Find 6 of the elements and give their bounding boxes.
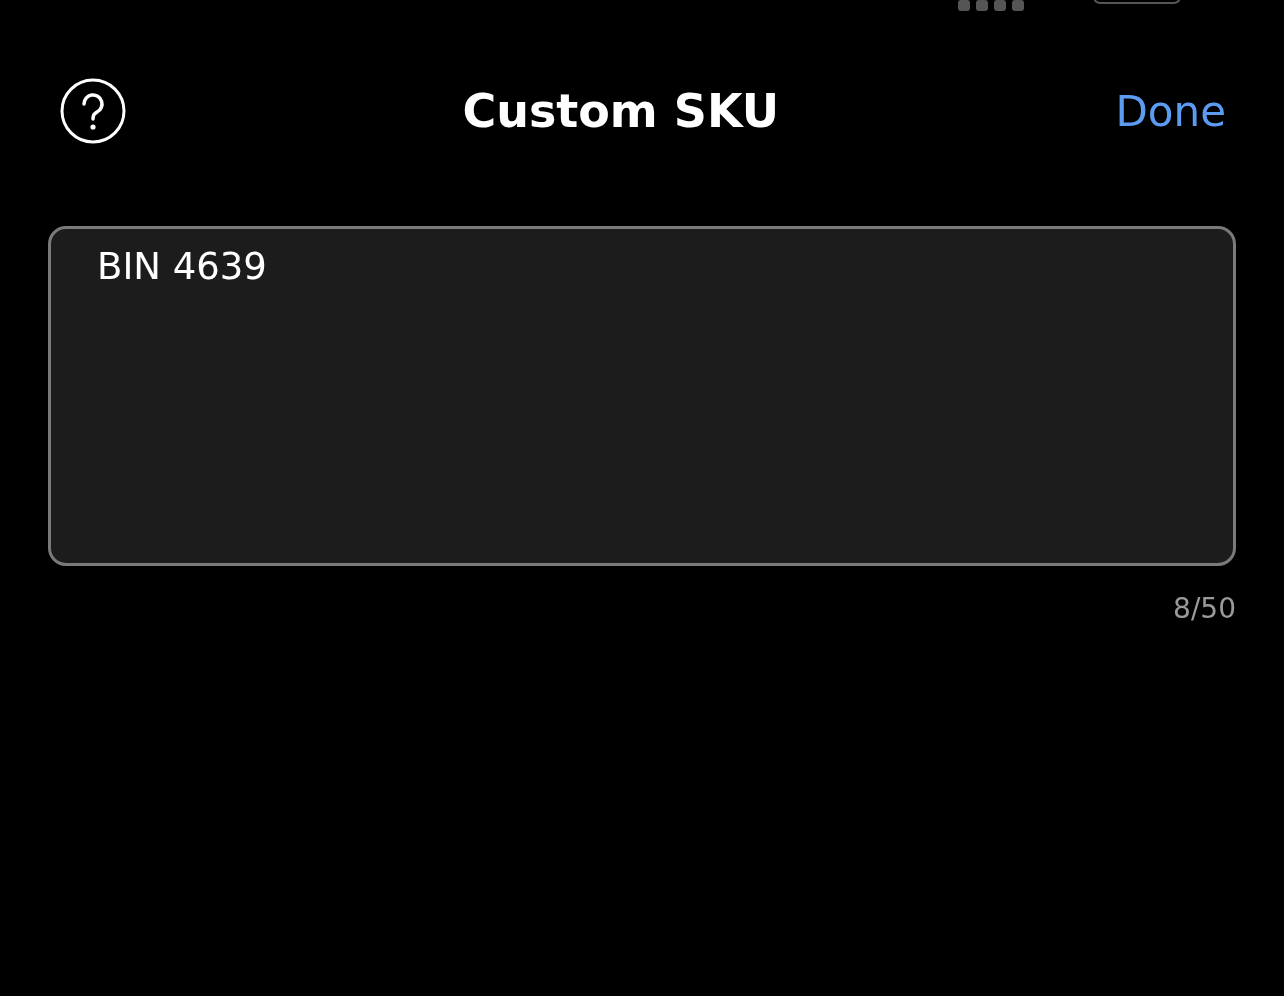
screen-title: Custom SKU	[461, 84, 781, 138]
help-button[interactable]	[60, 78, 126, 144]
signal-icon	[958, 0, 1024, 12]
character-counter: 8/50	[1172, 592, 1236, 625]
done-button[interactable]: Done	[1115, 86, 1226, 136]
sku-input-field[interactable]: BIN 4639	[48, 226, 1236, 566]
